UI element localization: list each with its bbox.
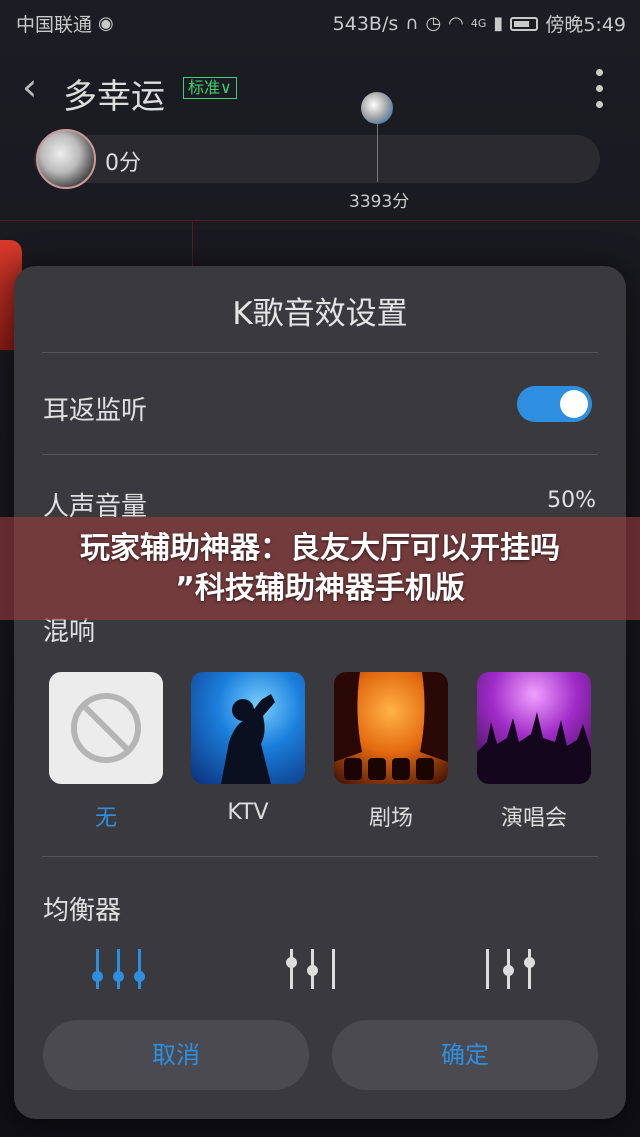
status-bar: 中国联通 ◉ 543B/s ∩ ◷ ◠ 4G ▮ 傍晚5:49 xyxy=(0,0,640,44)
reverb-option-ktv[interactable] xyxy=(191,672,305,784)
banner-line-1: 玩家辅助神器：良友大厅可以开挂吗 xyxy=(80,531,560,566)
overlay-banner: 玩家辅助神器：良友大厅可以开挂吗 ”科技辅助神器手机版 xyxy=(0,517,640,620)
eq-preset-treble[interactable] xyxy=(486,946,535,992)
target-avatar xyxy=(361,92,393,124)
reverb-label-ktv: KTV xyxy=(227,800,269,825)
banner-line-2: ”科技辅助神器手机版 xyxy=(175,571,465,606)
eq-slider-icon xyxy=(92,949,103,989)
volume-value: 50% xyxy=(547,488,596,513)
carrier-label: 中国联通 xyxy=(16,14,93,36)
divider xyxy=(42,454,598,455)
concert-crowd-icon xyxy=(477,712,591,784)
singer-silhouette-icon xyxy=(221,694,275,784)
reverb-label-theater: 剧场 xyxy=(368,806,413,831)
chevron-down-icon: ∨ xyxy=(220,78,232,97)
eq-preset-bass[interactable] xyxy=(286,946,335,992)
eq-slider-icon xyxy=(503,949,514,989)
monitor-toggle[interactable] xyxy=(517,386,592,422)
lyric-grid-line xyxy=(0,220,640,221)
target-score: 3393分 xyxy=(349,192,410,212)
eq-slider-icon xyxy=(134,949,145,989)
reverb-option-none[interactable] xyxy=(49,672,163,784)
eq-slider-icon xyxy=(307,949,318,989)
eq-slider-icon xyxy=(286,949,297,989)
top-bar: ‹ 多幸运 标准∨ xyxy=(0,55,640,125)
eq-slider-icon xyxy=(524,949,535,989)
quality-selector[interactable]: 标准∨ xyxy=(183,77,237,99)
quality-label: 标准 xyxy=(188,78,221,97)
cancel-button[interactable]: 取消 xyxy=(43,1020,309,1090)
network-type: 4G xyxy=(470,17,487,30)
my-score: 0分 xyxy=(105,151,141,176)
reverb-label-concert: 演唱会 xyxy=(500,806,567,831)
theater-curtain-icon xyxy=(334,672,448,780)
reverb-option-concert[interactable] xyxy=(477,672,591,784)
clock: 傍晚5:49 xyxy=(545,14,626,36)
karaoke-effect-dialog: K歌音效设置 耳返监听 人声音量 50% 混响 无 KTV 剧场 演唱会 均衡器… xyxy=(14,266,626,1119)
eq-preset-default[interactable] xyxy=(92,946,145,992)
toggle-knob xyxy=(560,390,588,418)
monitor-label: 耳返监听 xyxy=(43,396,148,426)
eq-slider-icon xyxy=(332,949,335,989)
equalizer-label: 均衡器 xyxy=(43,896,122,926)
alarm-icon: ◷ xyxy=(425,12,442,34)
divider xyxy=(42,352,598,353)
battery-icon xyxy=(510,16,539,31)
wifi-icon: ◠ xyxy=(448,12,464,34)
more-menu-icon[interactable] xyxy=(596,69,604,117)
divider xyxy=(42,856,598,857)
target-marker-line xyxy=(377,120,378,182)
dialog-title: K歌音效设置 xyxy=(232,296,408,332)
reverb-option-theater[interactable] xyxy=(334,672,448,784)
user-avatar xyxy=(36,129,96,189)
network-speed: 543B/s xyxy=(332,12,399,35)
headphone-icon: ∩ xyxy=(405,12,419,34)
reverb-label-none: 无 xyxy=(94,806,117,831)
confirm-button[interactable]: 确定 xyxy=(332,1020,598,1090)
wechat-icon: ◉ xyxy=(98,12,114,34)
signal-icon: ▮ xyxy=(493,12,504,34)
eq-slider-icon xyxy=(113,949,124,989)
back-icon[interactable]: ‹ xyxy=(22,67,37,107)
no-effect-icon xyxy=(71,693,141,763)
song-title: 多幸运 xyxy=(63,77,165,117)
eq-slider-icon xyxy=(486,949,489,989)
